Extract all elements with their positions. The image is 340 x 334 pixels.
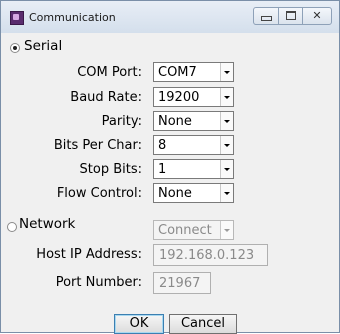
port-number-label: Port Number: bbox=[55, 275, 142, 290]
window-title: Communication bbox=[29, 11, 116, 24]
close-button[interactable]: ✕ bbox=[302, 7, 332, 25]
ok-button[interactable]: OK bbox=[114, 314, 164, 334]
stop-bits-value: 1 bbox=[158, 162, 167, 177]
flow-control-dropdown[interactable] bbox=[220, 184, 233, 202]
maximize-icon bbox=[285, 11, 296, 20]
chevron-down-icon bbox=[224, 71, 230, 74]
baud-rate-dropdown[interactable] bbox=[220, 88, 233, 106]
app-icon bbox=[10, 11, 24, 25]
com-port-label: COM Port: bbox=[77, 65, 142, 80]
com-port-select[interactable]: COM7 bbox=[153, 62, 234, 82]
network-label: Network bbox=[19, 216, 76, 232]
bits-per-char-dropdown[interactable] bbox=[220, 136, 233, 154]
parity-label: Parity: bbox=[101, 114, 142, 129]
flow-control-value: None bbox=[158, 186, 192, 201]
serial-radio[interactable] bbox=[10, 43, 20, 53]
connect-value: Connect bbox=[158, 223, 212, 238]
bits-per-char-label: Bits Per Char: bbox=[53, 138, 142, 153]
maximize-button[interactable] bbox=[278, 7, 303, 25]
serial-label: Serial bbox=[24, 38, 63, 54]
connect-dropdown[interactable] bbox=[220, 221, 233, 239]
title-bar[interactable]: Communication ✕ bbox=[1, 1, 339, 33]
baud-rate-value: 19200 bbox=[158, 90, 200, 105]
stop-bits-label: Stop Bits: bbox=[79, 162, 142, 177]
com-port-value: COM7 bbox=[158, 65, 197, 80]
chevron-down-icon bbox=[224, 144, 230, 147]
network-radio[interactable] bbox=[7, 222, 17, 232]
chevron-down-icon bbox=[224, 192, 230, 195]
chevron-down-icon bbox=[224, 96, 230, 99]
minimize-button[interactable] bbox=[253, 7, 279, 25]
cancel-button[interactable]: Cancel bbox=[169, 314, 237, 334]
parity-select[interactable]: None bbox=[153, 111, 234, 131]
bits-per-char-select[interactable]: 8 bbox=[153, 135, 234, 155]
communication-dialog: Communication ✕ Serial COM Port: COM7 Ba… bbox=[0, 0, 340, 334]
parity-value: None bbox=[158, 114, 192, 129]
flow-control-select[interactable]: None bbox=[153, 183, 234, 203]
connect-select[interactable]: Connect bbox=[153, 220, 234, 240]
host-ip-value: 192.168.0.123 bbox=[159, 248, 255, 263]
parity-dropdown[interactable] bbox=[220, 112, 233, 130]
bits-per-char-value: 8 bbox=[158, 138, 167, 153]
com-port-dropdown[interactable] bbox=[220, 63, 233, 81]
minimize-icon bbox=[260, 16, 272, 21]
chevron-down-icon bbox=[224, 168, 230, 171]
port-number-value: 21967 bbox=[159, 276, 201, 291]
baud-rate-select[interactable]: 19200 bbox=[153, 87, 234, 107]
close-icon: ✕ bbox=[312, 9, 322, 22]
flow-control-label: Flow Control: bbox=[56, 186, 142, 201]
stop-bits-dropdown[interactable] bbox=[220, 160, 233, 178]
stop-bits-select[interactable]: 1 bbox=[153, 159, 234, 179]
chevron-down-icon bbox=[224, 229, 230, 232]
host-ip-field[interactable]: 192.168.0.123 bbox=[153, 244, 268, 266]
baud-rate-label: Baud Rate: bbox=[70, 90, 142, 105]
host-ip-label: Host IP Address: bbox=[36, 247, 142, 262]
port-number-field[interactable]: 21967 bbox=[153, 272, 211, 294]
chevron-down-icon bbox=[224, 120, 230, 123]
